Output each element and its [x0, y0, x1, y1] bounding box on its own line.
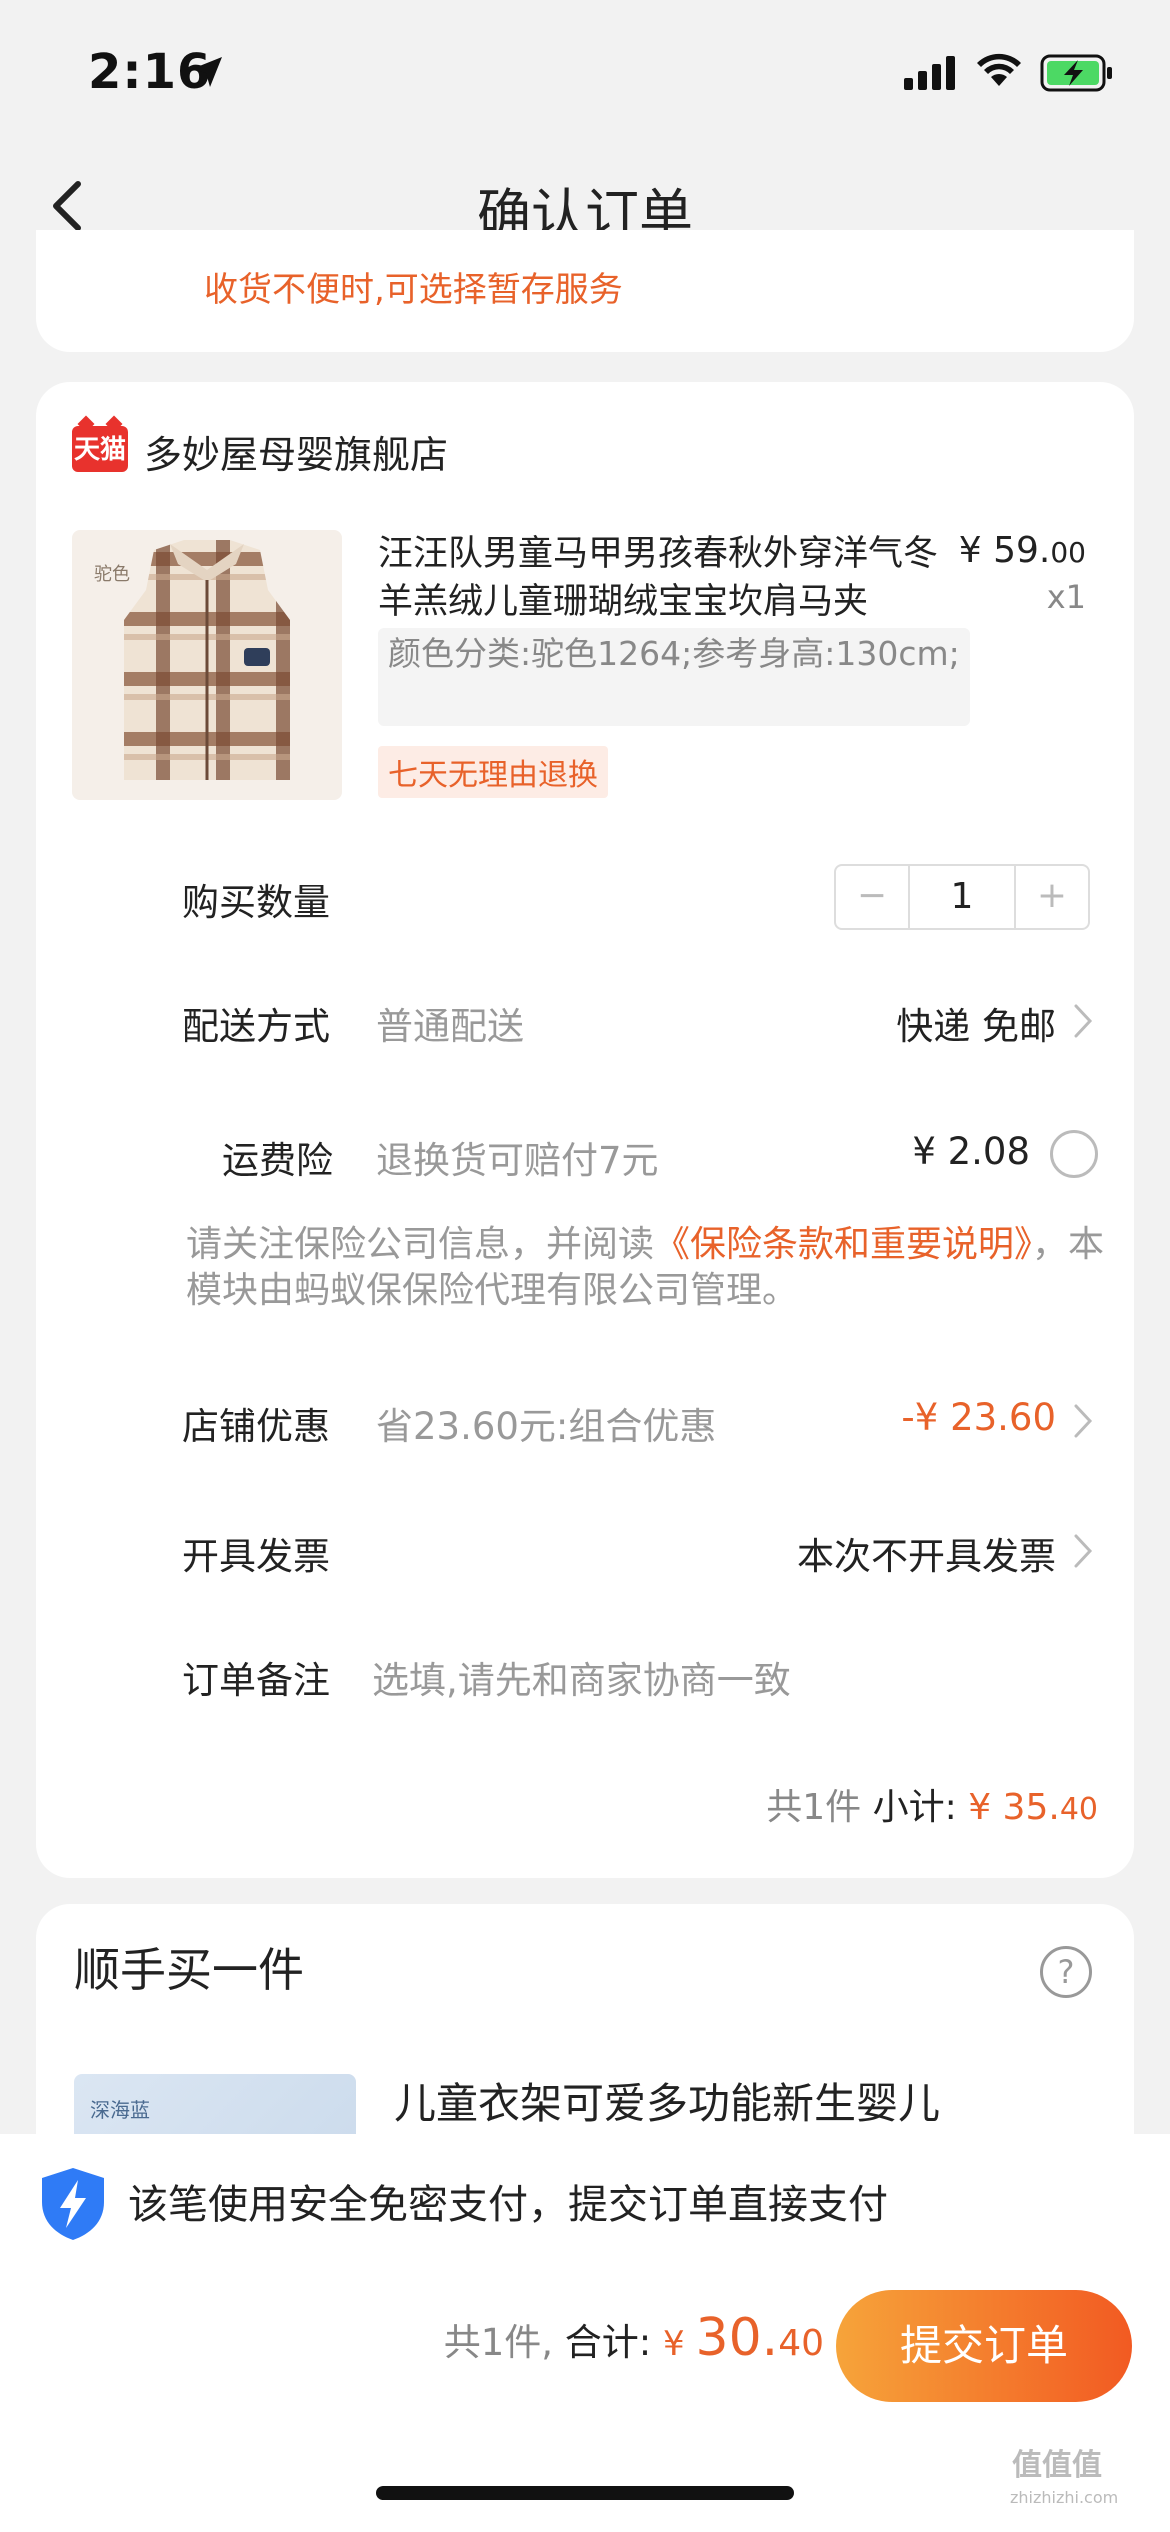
addon-image-label: 深海蓝 — [90, 2098, 150, 2122]
subtotal-label: 小计: — [872, 1787, 957, 1828]
insurance-price: ¥ 2.08 — [912, 1130, 1030, 1173]
subtotal-amount-int: ¥ 35. — [968, 1787, 1060, 1828]
addon-title: 顺手买一件 — [74, 1943, 304, 1997]
quantity-decrease-button[interactable]: − — [836, 866, 910, 928]
subtotal-amount: ¥ 35.40 — [968, 1787, 1098, 1828]
order-total: 共1件, 合计: ¥ 30.40 — [444, 2308, 824, 2368]
total-label: 合计: — [564, 2321, 652, 2364]
insurance-terms-link[interactable]: 《保险条款和重要说明》 — [654, 1224, 1032, 1265]
total-amount-int: 30. — [695, 2308, 779, 2368]
addon-product-name[interactable]: 儿童衣架可爱多功能新生婴儿 — [394, 2070, 940, 2131]
home-indicator[interactable] — [376, 2486, 794, 2500]
cellular-signal-icon — [904, 56, 955, 90]
product-sku[interactable]: 颜色分类:驼色1264;参考身高:130cm; — [378, 628, 970, 726]
insurance-notice-prefix: 请关注保险公司信息，并阅读 — [186, 1224, 655, 1265]
discount-value[interactable]: -¥ 23.60 — [901, 1396, 1056, 1439]
secure-pay-text: 该笔使用安全免密支付，提交订单直接支付 — [128, 2182, 888, 2228]
product-price-int: ¥ 59. — [958, 530, 1051, 571]
product-quantity: x1 — [1046, 578, 1086, 616]
shop-name[interactable]: 多妙屋母婴旗舰店 — [144, 424, 448, 479]
submit-order-button[interactable]: 提交订单 — [836, 2290, 1132, 2402]
discount-chevron-icon[interactable] — [1072, 1400, 1096, 1442]
product-image-label: 驼色 — [94, 564, 130, 585]
watermark-url: zhizhizhi.com — [1010, 2488, 1119, 2507]
product-price-dec: 00 — [1050, 536, 1086, 569]
shield-icon — [42, 2168, 104, 2240]
total-count: 共1件, — [443, 2321, 554, 2364]
total-amount-dec: 40 — [778, 2323, 824, 2364]
delivery-method: 普通配送 — [376, 1005, 524, 1048]
insurance-label: 运费险 — [222, 1139, 333, 1182]
invoice-chevron-icon[interactable] — [1072, 1530, 1096, 1572]
order-card: 天猫 多妙屋母婴旗舰店 驼色 汪汪队男童马甲男孩春秋外穿洋气冬羊羔绒儿童珊瑚绒宝… — [36, 382, 1134, 1878]
subtotal-count: 共1件 — [766, 1787, 862, 1828]
invoice-label: 开具发票 — [182, 1535, 330, 1578]
invoice-value[interactable]: 本次不开具发票 — [797, 1526, 1056, 1580]
delivery-label: 配送方式 — [182, 1005, 330, 1048]
watermark-logo: 值值值 — [1012, 2448, 1102, 2483]
total-amount: ¥ 30.40 — [663, 2308, 824, 2368]
total-currency: ¥ — [663, 2324, 685, 2364]
subtotal-amount-dec: 40 — [1059, 1792, 1098, 1827]
insurance-desc: 退换货可赔付7元 — [376, 1139, 659, 1182]
quantity-label: 购买数量 — [182, 881, 330, 924]
product-price: ¥ 59.00 — [959, 530, 1086, 571]
remark-input[interactable]: 选填,请先和商家协商一致 — [372, 1650, 791, 1704]
remark-label: 订单备注 — [182, 1659, 330, 1702]
product-title[interactable]: 汪汪队男童马甲男孩春秋外穿洋气冬羊羔绒儿童珊瑚绒宝宝坎肩马夹 — [378, 530, 958, 626]
insurance-notice: 请关注保险公司信息，并阅读《保险条款和重要说明》，本模块由蚂蚁保保险代理有限公司… — [186, 1222, 1106, 1314]
subtotal: 共1件 小计: ¥ 35.40 — [766, 1778, 1098, 1830]
bottom-bar: 该笔使用安全免密支付，提交订单直接支付 共1件, 合计: ¥ 30.40 提交订… — [0, 2134, 1170, 2532]
help-icon[interactable]: ? — [1040, 1946, 1092, 1998]
temp-service-card[interactable]: 收货不便时,可选择暂存服务 — [36, 230, 1134, 352]
status-bar: 2:16 — [0, 0, 1170, 140]
insurance-radio[interactable] — [1050, 1130, 1098, 1178]
quantity-value[interactable]: 1 — [910, 866, 1014, 928]
location-arrow-icon — [192, 57, 222, 87]
delivery-chevron-icon[interactable] — [1072, 1000, 1096, 1042]
return-policy-badge: 七天无理由退换 — [378, 746, 608, 798]
tmall-icon: 天猫 — [72, 426, 128, 472]
quantity-increase-button[interactable]: + — [1014, 866, 1088, 928]
battery-charging-icon — [1040, 54, 1112, 92]
discount-desc: 省23.60元:组合优惠 — [376, 1405, 717, 1448]
discount-label: 店铺优惠 — [182, 1405, 330, 1448]
delivery-value[interactable]: 快递 免邮 — [896, 996, 1056, 1050]
product-image[interactable]: 驼色 — [72, 530, 342, 800]
temp-service-text: 收货不便时,可选择暂存服务 — [204, 270, 623, 310]
wifi-icon — [977, 53, 1021, 86]
quantity-stepper: − 1 + — [834, 864, 1090, 930]
